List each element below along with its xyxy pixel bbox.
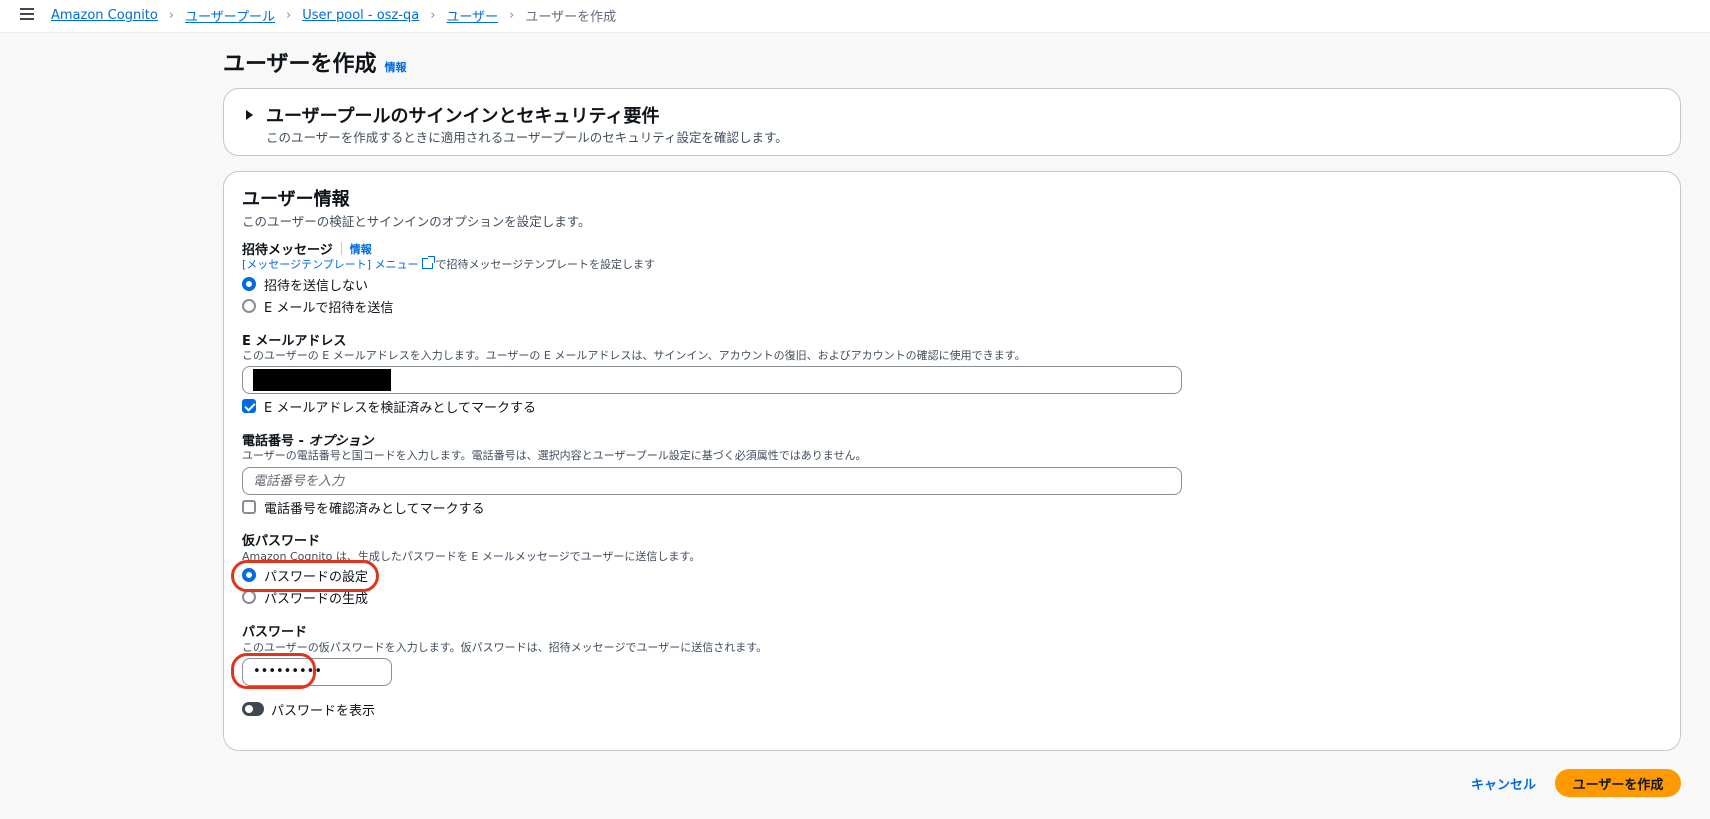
chevron-right-icon: ›	[509, 8, 515, 23]
show-password-label[interactable]: パスワードを表示	[271, 700, 375, 719]
password-label: パスワード	[242, 625, 308, 640]
message-template-link[interactable]: [メッセージテンプレート] メニュー	[242, 258, 419, 271]
page-title-text: ユーザーを作成	[223, 52, 377, 77]
password-description: このユーザーの仮パスワードを入力します。仮パスワードは、招待メッセージでユーザー…	[242, 641, 768, 654]
cancel-button[interactable]: キャンセル	[1465, 773, 1542, 794]
password-input[interactable]: •••••••••	[242, 658, 392, 686]
info-link[interactable]: 情報	[385, 59, 407, 75]
radio-email-invite-label[interactable]: E メールで招待を送信	[264, 297, 393, 316]
breadcrumb-user-pool[interactable]: User pool - osz-qa	[302, 8, 419, 23]
phone-input[interactable]	[242, 467, 1182, 495]
redacted-email	[253, 369, 391, 391]
email-description: このユーザーの E メールアドレスを入力します。ユーザーの E メールアドレスは…	[242, 349, 1026, 362]
temp-password-description: Amazon Cognito は、生成したパスワードを E メールメッセージでユ…	[242, 550, 701, 563]
breadcrumb-current: ユーザーを作成	[525, 10, 617, 25]
radio-generate-password-label[interactable]: パスワードの生成	[264, 588, 368, 607]
radio-set-password-label[interactable]: パスワードの設定	[264, 566, 368, 585]
radio-set-password[interactable]	[242, 568, 256, 582]
security-panel-description: このユーザーを作成するときに適用されるユーザープールのセキュリティ設定を確認しま…	[266, 130, 788, 145]
show-password-toggle[interactable]	[242, 702, 264, 716]
email-verified-label[interactable]: E メールアドレスを検証済みとしてマークする	[264, 397, 536, 416]
user-info-description: このユーザーの検証とサインインのオプションを設定します。	[242, 214, 591, 229]
top-navigation-bar: Amazon Cognito › ユーザープール › User pool - o…	[0, 0, 1710, 33]
breadcrumb-user-pools[interactable]: ユーザープール	[185, 6, 275, 25]
divider	[340, 242, 342, 255]
email-input[interactable]	[242, 366, 1182, 394]
create-user-button[interactable]: ユーザーを作成	[1555, 769, 1681, 797]
template-hint: [メッセージテンプレート] メニュー で招待メッセージテンプレートを設定します	[242, 256, 655, 272]
radio-email-invite[interactable]	[242, 299, 256, 313]
user-info-panel: ユーザー情報 このユーザーの検証とサインインのオプションを設定します。 招待メッ…	[223, 171, 1681, 751]
radio-generate-password[interactable]	[242, 590, 256, 604]
email-verified-checkbox[interactable]	[242, 399, 256, 413]
radio-no-invite[interactable]	[242, 277, 256, 291]
chevron-right-icon: ›	[286, 8, 292, 23]
chevron-right-icon: ›	[168, 8, 175, 23]
chevron-right-icon: ›	[430, 8, 436, 23]
phone-verified-checkbox[interactable]	[242, 500, 256, 514]
user-info-title: ユーザー情報	[242, 189, 350, 210]
security-panel-title[interactable]: ユーザープールのサインインとセキュリティ要件	[266, 102, 659, 128]
breadcrumb-users[interactable]: ユーザー	[446, 6, 498, 25]
security-requirements-panel[interactable]: ユーザープールのサインインとセキュリティ要件 このユーザーを作成するときに適用さ…	[223, 88, 1681, 156]
radio-no-invite-label[interactable]: 招待を送信しない	[264, 275, 368, 294]
phone-description: ユーザーの電話番号と国コードを入力します。電話番号は、選択内容とユーザープール設…	[242, 449, 867, 462]
template-suffix: で招待メッセージテンプレートを設定します	[435, 258, 655, 271]
breadcrumb-amazon-cognito[interactable]: Amazon Cognito	[51, 8, 158, 23]
phone-verified-label[interactable]: 電話番号を確認済みとしてマークする	[264, 498, 485, 517]
breadcrumb: Amazon Cognito › ユーザープール › User pool - o…	[51, 6, 616, 25]
invitation-info-link[interactable]: 情報	[350, 241, 372, 257]
page-title: ユーザーを作成 情報	[223, 46, 407, 78]
external-link-icon	[421, 256, 435, 269]
caret-right-icon[interactable]	[246, 110, 253, 120]
temp-password-label: 仮パスワード	[242, 534, 321, 549]
menu-icon[interactable]	[20, 8, 34, 20]
